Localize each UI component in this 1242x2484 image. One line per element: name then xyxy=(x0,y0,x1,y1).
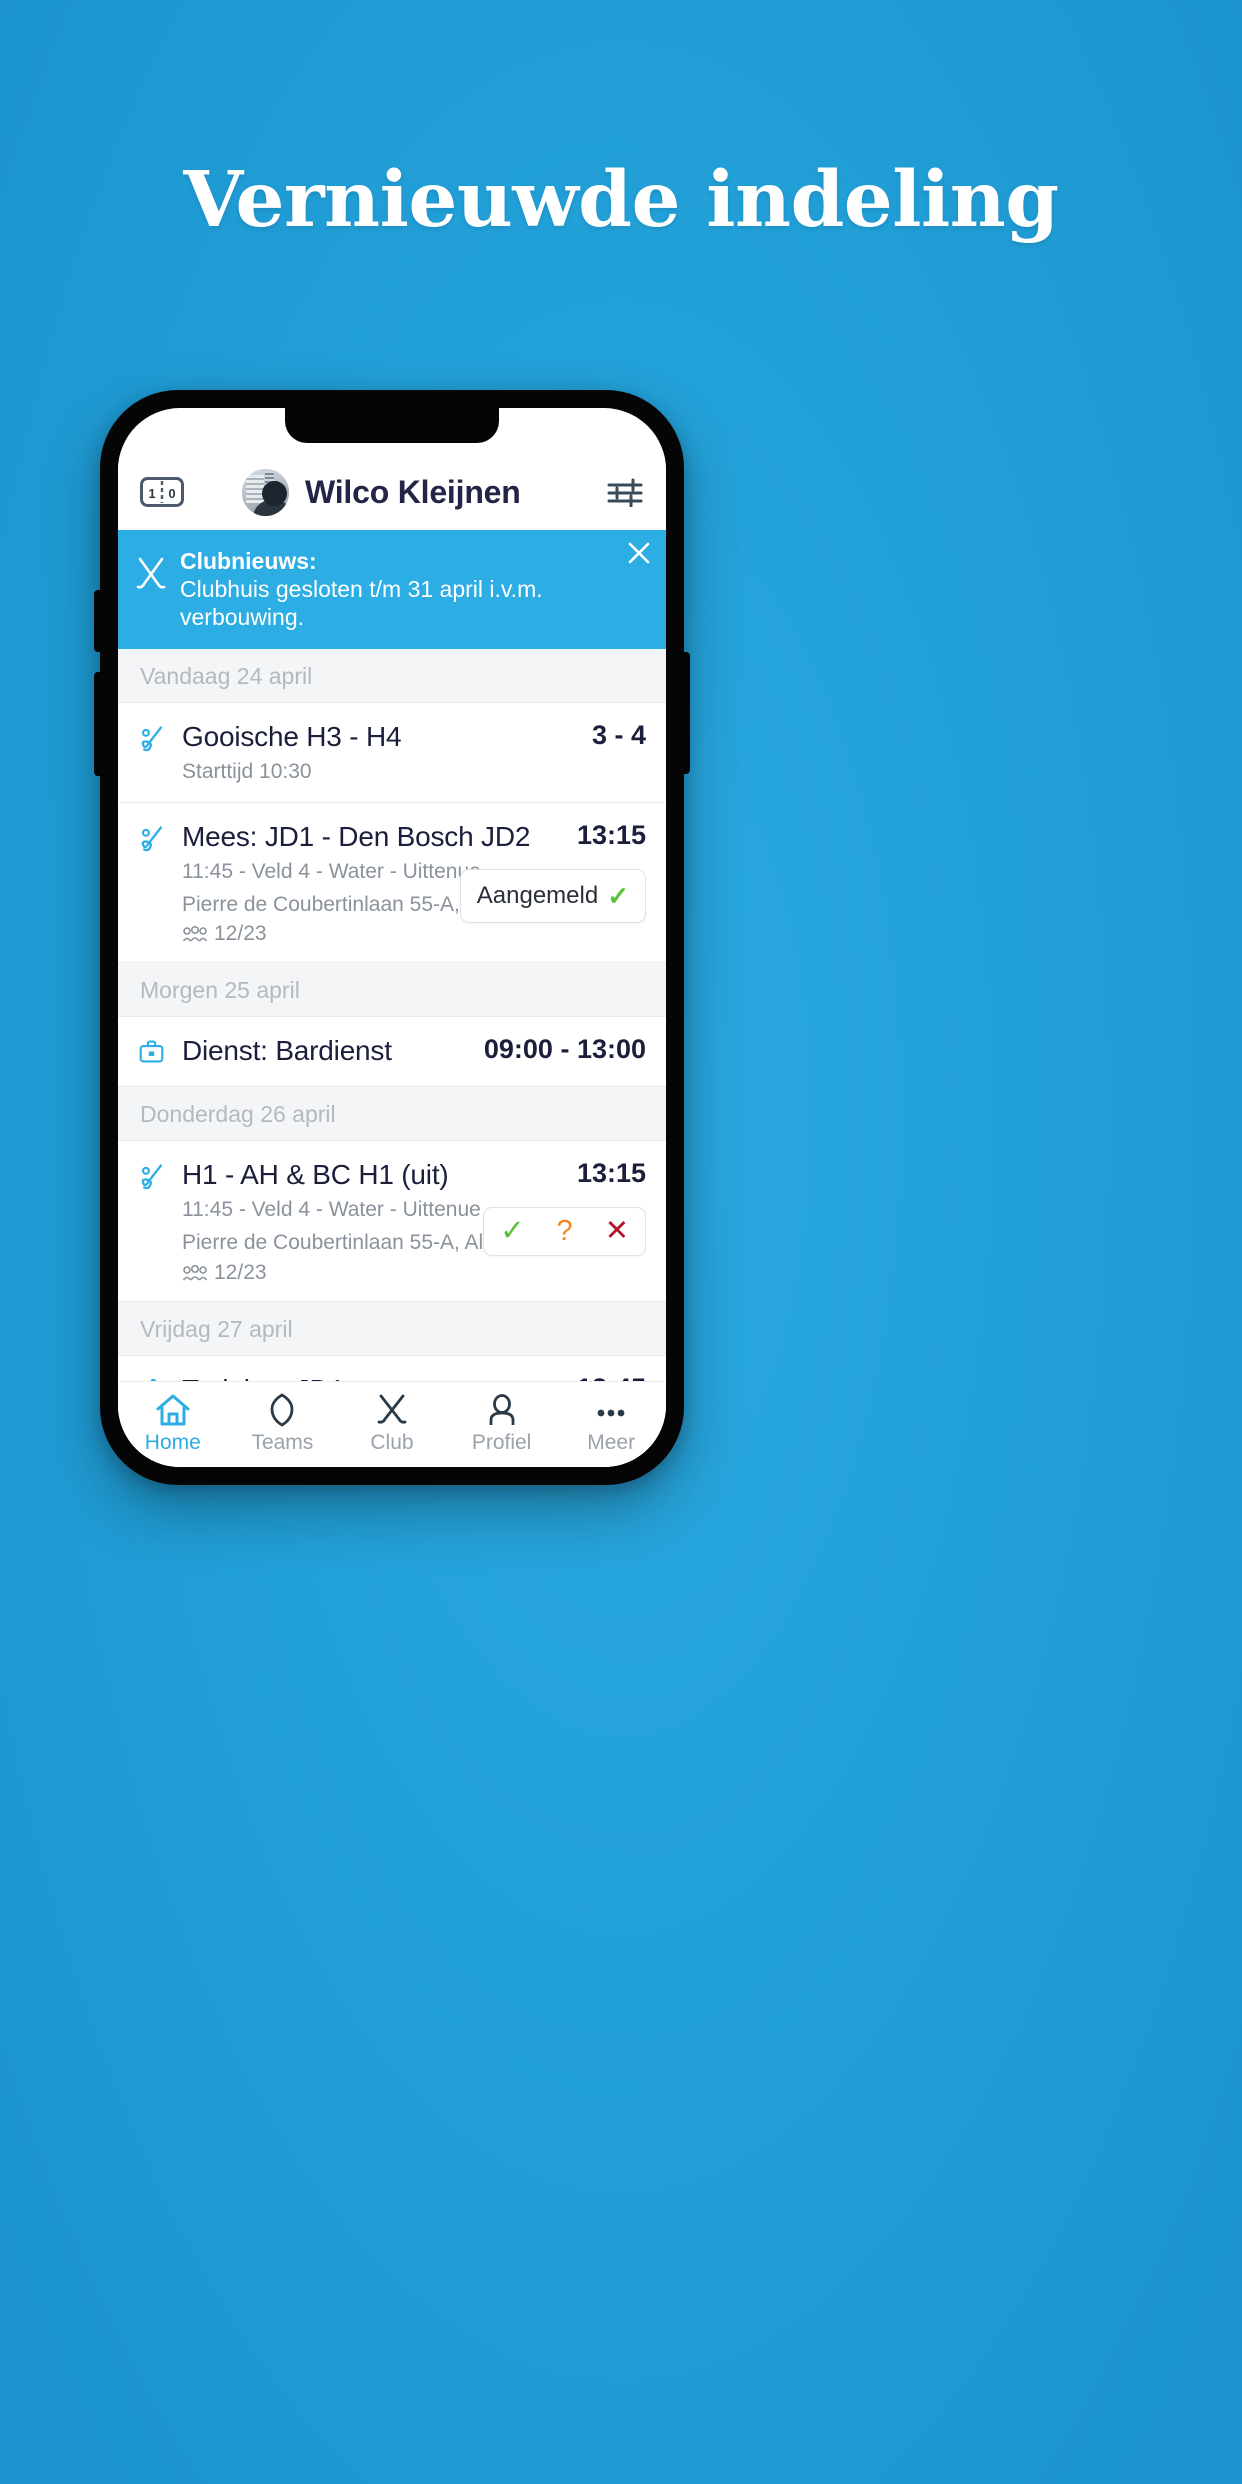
tab-teams-label: Teams xyxy=(251,1430,314,1454)
event-time: 09:00 - 13:00 xyxy=(483,1034,646,1065)
signed-up-label: Aangemeld xyxy=(476,881,599,909)
sliders-icon[interactable] xyxy=(606,477,644,508)
day-header: Vandaag 24 april xyxy=(118,649,666,704)
ellipsis-icon xyxy=(594,1389,628,1427)
tab-profiel[interactable]: Profiel xyxy=(447,1389,557,1455)
home-icon xyxy=(155,1389,191,1427)
day-header: Morgen 25 april xyxy=(118,963,666,1018)
svg-text:1: 1 xyxy=(148,486,155,501)
rsvp-no-button[interactable]: ✕ xyxy=(589,1208,645,1255)
hockey-stick-ball-icon xyxy=(138,820,172,946)
scoreboard-icon[interactable]: 1 0 xyxy=(140,477,184,507)
list-item[interactable]: Dienst: Bardienst 09:00 - 13:00 xyxy=(118,1017,666,1088)
attendance: 12/23 xyxy=(182,1261,473,1285)
people-icon xyxy=(182,925,208,943)
attendance: 12/23 xyxy=(182,922,450,946)
tab-home-label: Home xyxy=(144,1430,201,1454)
check-icon: ✓ xyxy=(607,880,629,911)
tab-profiel-label: Profiel xyxy=(471,1430,532,1454)
list-item[interactable]: H1 - AH & BC H1 (uit) 11:45 - Veld 4 - W… xyxy=(118,1141,666,1302)
crossed-sticks-icon xyxy=(375,1389,409,1427)
banner-message: Clubhuis gesloten t/m 31 april i.v.m. ve… xyxy=(180,576,543,631)
banner-text: Clubnieuws: Clubhuis gesloten t/m 31 apr… xyxy=(180,547,648,631)
event-location: Pierre de Coubertinlaan 55-A, Almere xyxy=(182,892,532,916)
day-header: Vrijdag 27 april xyxy=(118,1301,666,1356)
event-title: Mees: JD1 - Den Bosch JD2 xyxy=(182,820,531,852)
volume-up-button[interactable] xyxy=(94,590,102,652)
hockey-stick-ball-icon xyxy=(138,1158,172,1284)
bottom-tab-bar: Home Teams Club Profiel Meer xyxy=(118,1381,666,1467)
notch xyxy=(285,408,499,443)
page-title: Vernieuwde indeling xyxy=(183,155,1059,245)
list-item[interactable]: Gooische H3 - H4 Starttijd 10:30 3 - 4 xyxy=(118,703,666,803)
shield-icon xyxy=(267,1389,297,1427)
event-time: 13:15 xyxy=(576,819,646,850)
event-title: Gooische H3 - H4 xyxy=(182,721,402,753)
tab-home[interactable]: Home xyxy=(118,1389,228,1455)
rsvp-maybe-button[interactable]: ? xyxy=(541,1208,589,1255)
event-title: H1 - AH & BC H1 (uit) xyxy=(182,1159,449,1191)
phone-frame: 1 0 Wilco Kleijnen Clubnieuws: Clubhuis … xyxy=(94,390,690,1485)
tab-meer[interactable]: Meer xyxy=(556,1389,666,1455)
tab-club[interactable]: Club xyxy=(337,1389,447,1455)
rsvp-yes-button[interactable]: ✓ xyxy=(484,1208,540,1255)
event-title: Dienst: Bardienst xyxy=(182,1035,392,1067)
svg-text:0: 0 xyxy=(168,486,175,501)
agenda-list: Vandaag 24 april Gooische H3 - H4 Startt… xyxy=(118,649,666,1467)
event-time: 13:15 xyxy=(576,1158,646,1189)
volume-down-button[interactable] xyxy=(94,672,102,776)
phone-screen: 1 0 Wilco Kleijnen Clubnieuws: Clubhuis … xyxy=(118,408,666,1467)
avatar[interactable] xyxy=(242,468,289,516)
hockey-stick-ball-icon xyxy=(138,720,172,786)
power-button[interactable] xyxy=(682,652,690,774)
event-subline: 11:45 - Veld 4 - Water - Uittenue xyxy=(182,1198,481,1222)
list-item[interactable]: Mees: JD1 - Den Bosch JD2 11:45 - Veld 4… xyxy=(118,802,666,964)
tab-club-label: Club xyxy=(370,1430,414,1454)
day-header: Donderdag 26 april xyxy=(118,1087,666,1142)
event-score: 3 - 4 xyxy=(591,720,646,751)
rsvp-button-group[interactable]: ✓ ? ✕ xyxy=(483,1207,646,1257)
person-icon xyxy=(487,1389,517,1427)
attendance-count: 12/23 xyxy=(214,1260,267,1284)
event-subline: Starttijd 10:30 xyxy=(182,760,312,784)
banner-title: Clubnieuws: xyxy=(180,548,317,574)
briefcase-icon xyxy=(138,1034,172,1070)
event-subline: 11:45 - Veld 4 - Water - Uittenue xyxy=(182,859,481,883)
event-location: Pierre de Coubertinlaan 55-A, Almere xyxy=(182,1231,532,1255)
crossed-hockey-sticks-icon xyxy=(134,556,168,592)
tab-teams[interactable]: Teams xyxy=(228,1389,338,1455)
close-icon[interactable] xyxy=(626,540,652,566)
app-header: 1 0 Wilco Kleijnen xyxy=(118,454,666,530)
club-news-banner[interactable]: Clubnieuws: Clubhuis gesloten t/m 31 apr… xyxy=(118,530,666,650)
attendance-count: 12/23 xyxy=(214,922,267,946)
people-icon xyxy=(182,1264,208,1282)
tab-meer-label: Meer xyxy=(587,1430,636,1454)
signed-up-button[interactable]: Aangemeld ✓ xyxy=(459,868,646,923)
user-name: Wilco Kleijnen xyxy=(305,473,521,510)
